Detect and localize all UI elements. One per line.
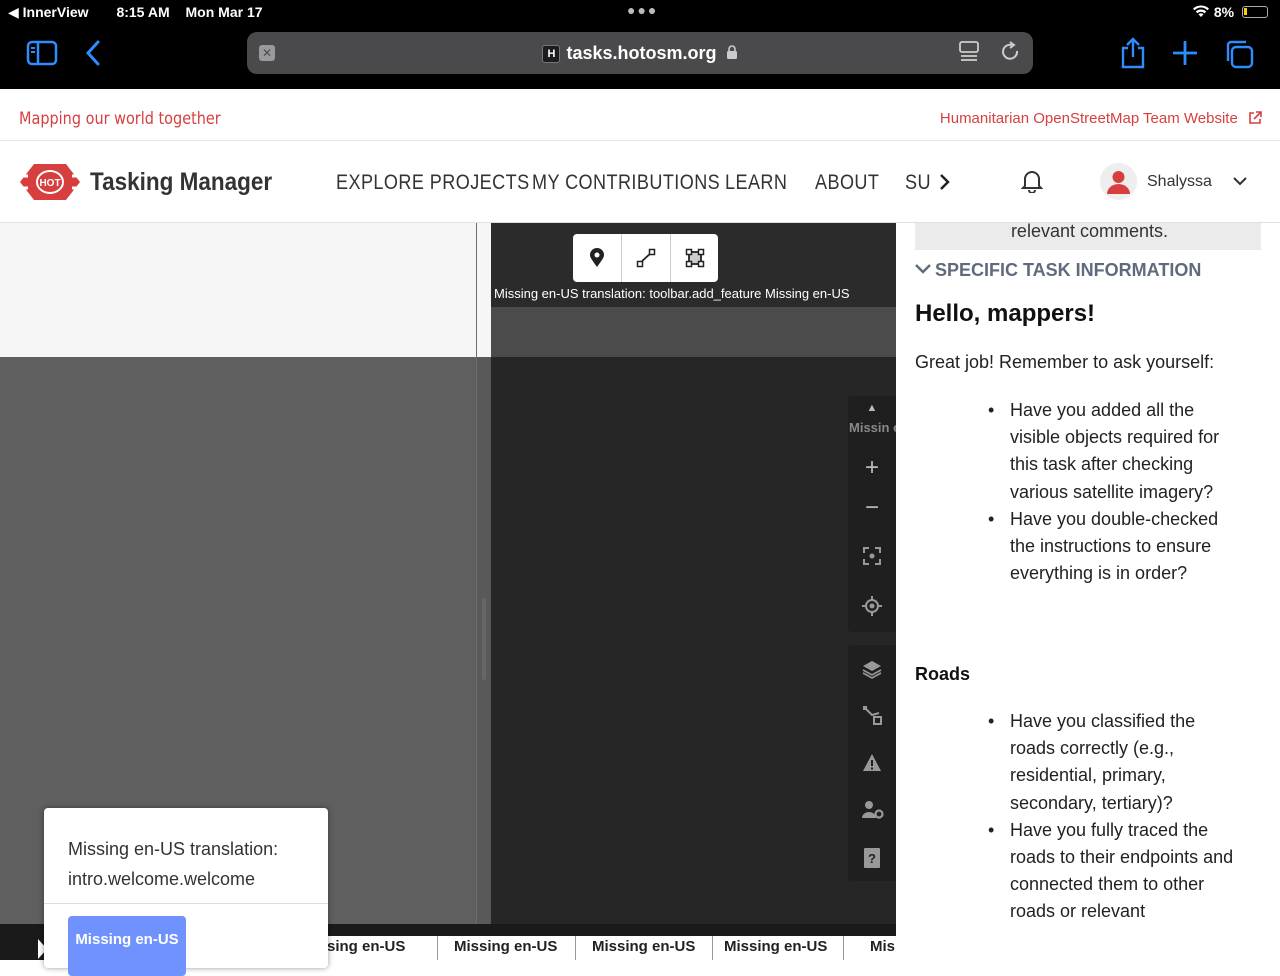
hot-website-link-label: Humanitarian OpenStreetMap Team Website (939, 110, 1238, 127)
zoom-translation-label: Missin en-US transla bearin (849, 420, 896, 435)
zoom-out-icon[interactable]: − (862, 494, 882, 522)
reader-view-icon[interactable] (959, 41, 979, 69)
help-icon[interactable]: ? (862, 847, 882, 874)
multitasking-dots-icon[interactable]: ●●● (627, 2, 658, 18)
share-icon[interactable] (1120, 37, 1146, 74)
previous-comment-box: relevant comments. (915, 223, 1261, 250)
url-text: tasks.hotosm.org (566, 43, 717, 63)
map-controls-top: ▲ Missin en-US transla bearin + − (848, 396, 896, 632)
welcome-continue-button[interactable]: Missing en-US (68, 916, 186, 976)
previous-comment-text: relevant comments. (1010, 223, 1168, 241)
main-navigation: HOT Tasking Manager EXPLORE PROJECTS MY … (0, 141, 1280, 223)
instructions-heading: Hello, mappers! (915, 300, 1096, 327)
user-avatar-icon (1107, 171, 1130, 194)
task-instructions-panel: relevant comments. SPECIFIC TASK INFORMA… (896, 223, 1280, 960)
draw-tools-group (573, 234, 718, 282)
resizer-top (477, 223, 492, 357)
nav-my-contributions[interactable]: MY CONTRIBUTIONS (532, 171, 720, 195)
chevron-down-icon (915, 264, 931, 274)
address-bar[interactable]: ✕ Htasks.hotosm.org (247, 32, 1033, 74)
footer-sep-1 (437, 936, 438, 960)
popup-divider (44, 903, 328, 904)
nav-scroll-right-icon[interactable] (939, 173, 951, 191)
roads-checklist: Have you classified the roads correctly … (988, 708, 1240, 926)
footer-tab-3[interactable]: Missing en-US (592, 938, 695, 955)
sidebar-toggle-icon[interactable] (26, 40, 58, 71)
pane-resizer[interactable] (476, 223, 492, 960)
tagline-text: Mapping our world together (19, 109, 221, 129)
left-pane-header (0, 223, 476, 357)
hot-website-link[interactable]: Humanitarian OpenStreetMap Team Website (940, 110, 1262, 127)
footer-sep-3 (712, 936, 713, 960)
nav-learn[interactable]: LEARN (725, 171, 787, 195)
list-item: Have you classified the roads correctly … (988, 708, 1240, 817)
compass-north-icon[interactable]: ▲ (862, 402, 882, 414)
geolocate-icon[interactable] (862, 596, 882, 621)
specific-task-info-toggle[interactable]: SPECIFIC TASK INFORMATION (915, 260, 1201, 281)
walkthrough-welcome-popup: Missing en-US translation: intro.welcome… (44, 808, 328, 976)
zoom-to-selection-icon[interactable] (862, 546, 882, 571)
footer-tab-5[interactable]: Mis (870, 938, 895, 955)
instructions-intro: Great job! Remember to ask yourself: (915, 352, 1215, 372)
line-icon (636, 248, 655, 268)
welcome-message: Missing en-US translation: intro.welcome… (68, 839, 279, 889)
back-chevron-icon[interactable] (84, 40, 102, 71)
battery-icon (1242, 6, 1268, 18)
hot-logo-icon: HOT (18, 164, 82, 200)
svg-text:?: ? (868, 851, 876, 866)
issues-warning-icon[interactable] (862, 753, 882, 778)
map-top-shade (491, 307, 896, 357)
footer-tab-2[interactable]: Missing en-US (454, 938, 557, 955)
add-point-button[interactable] (573, 234, 621, 282)
ios-status-bar: ◀ InnerView 8:15 AM Mon Mar 17 ●●● 8% (0, 0, 1280, 24)
nav-support-truncated[interactable]: SU (905, 171, 931, 195)
nav-explore-projects[interactable]: EXPLORE PROJECTS (336, 171, 530, 195)
wifi-icon (1192, 5, 1209, 17)
add-area-button[interactable] (670, 234, 718, 282)
tagline-bar: Mapping our world together Humanitarian … (0, 89, 1280, 141)
lock-icon (726, 45, 737, 59)
point-marker-icon (590, 248, 604, 267)
new-tab-icon[interactable] (1172, 40, 1198, 70)
add-line-button[interactable] (621, 234, 669, 282)
tasking-manager-logo[interactable]: HOT Tasking Manager (18, 162, 272, 207)
background-layers-icon[interactable] (862, 659, 882, 684)
clock: 8:15 AM (116, 4, 170, 20)
list-item: Have you double-checked the instructions… (988, 506, 1240, 588)
brand-name: Tasking Manager (90, 168, 273, 196)
footer-sep-4 (843, 936, 844, 960)
date: Mon Mar 17 (185, 4, 263, 20)
browser-toolbar: ✕ Htasks.hotosm.org (0, 24, 1280, 89)
battery-percent: 8% (1213, 4, 1235, 20)
footer-tab-1[interactable]: sing en-US (327, 938, 405, 955)
external-link-icon (1249, 111, 1262, 124)
reload-icon[interactable] (1001, 41, 1021, 69)
tabs-overview-icon[interactable] (1224, 39, 1254, 74)
map-canvas[interactable]: Missing en-US translation: toolbar.add_f… (491, 223, 896, 960)
site-favicon: H (542, 45, 561, 63)
map-data-icon[interactable] (862, 705, 882, 730)
chevron-down-icon[interactable] (1233, 176, 1247, 186)
list-item: Have you added all the visible objects r… (988, 397, 1240, 506)
url-display[interactable]: Htasks.hotosm.org (247, 43, 1033, 64)
toolbar-translation-label: Missing en-US translation: toolbar.add_f… (494, 286, 850, 301)
list-item: Have you fully traced the roads to their… (988, 817, 1240, 926)
nav-about[interactable]: ABOUT (815, 171, 879, 195)
area-icon (685, 248, 704, 268)
avatar (1100, 163, 1137, 200)
resizer-grip-icon[interactable] (482, 598, 486, 680)
svg-text:HOT: HOT (39, 178, 60, 189)
preferences-icon[interactable] (862, 800, 884, 825)
general-checklist: Have you added all the visible objects r… (988, 397, 1240, 588)
map-controls-panels: ? (848, 645, 896, 881)
footer-tab-4[interactable]: Missing en-US (724, 938, 827, 955)
roads-heading: Roads (915, 664, 971, 684)
section-title: SPECIFIC TASK INFORMATION (935, 260, 1202, 280)
back-to-app[interactable]: ◀ InnerView (8, 4, 101, 20)
zoom-in-icon[interactable]: + (862, 454, 882, 482)
user-name: Shalyssa (1147, 173, 1212, 190)
footer-sep-2 (575, 936, 576, 960)
notifications-bell-icon[interactable] (1021, 169, 1043, 193)
back-app-name: InnerView (22, 4, 89, 20)
